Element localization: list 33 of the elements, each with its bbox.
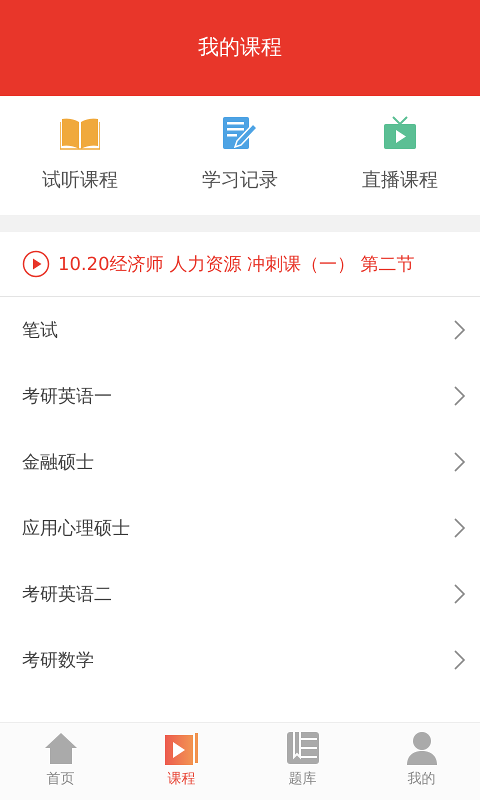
- shortcut-button[interactable]: 试听课程: [0, 116, 160, 195]
- tv-icon: [383, 116, 417, 150]
- bookmark-stack-icon: [286, 731, 320, 765]
- chevron-right-icon: [454, 386, 466, 406]
- category-row[interactable]: 考研英语二: [0, 561, 480, 627]
- category-row[interactable]: 金融硕士: [0, 429, 480, 495]
- category-label: 考研数学: [22, 648, 94, 672]
- play-icon: [22, 250, 50, 278]
- shortcut-button[interactable]: 直播课程: [320, 116, 480, 195]
- home-icon: [44, 731, 78, 765]
- category-label: 考研英语一: [22, 384, 112, 408]
- page-title: 我的课程: [198, 34, 282, 62]
- shortcut-button[interactable]: 学习记录: [160, 116, 320, 195]
- notepad-pen-icon: [222, 116, 258, 150]
- category-row[interactable]: 应用心理硕士: [0, 495, 480, 561]
- tab[interactable]: 课程: [121, 723, 242, 800]
- chevron-right-icon: [454, 518, 466, 538]
- chevron-right-icon: [454, 650, 466, 670]
- category-label: 考研英语二: [22, 582, 112, 606]
- play-book-icon: [164, 731, 198, 765]
- current-lesson-row[interactable]: 10.20经济师 人力资源 冲刺课（一） 第二节: [0, 232, 480, 297]
- category-row[interactable]: 考研英语一: [0, 363, 480, 429]
- category-row[interactable]: 笔试: [0, 297, 480, 363]
- lesson-title: 10.20经济师 人力资源 冲刺课（一） 第二节: [58, 252, 415, 276]
- chevron-right-icon: [454, 320, 466, 340]
- category-label: 应用心理硕士: [22, 516, 130, 540]
- category-row[interactable]: 考研数学: [0, 627, 480, 693]
- user-icon: [406, 731, 436, 765]
- chevron-right-icon: [454, 452, 466, 472]
- category-label: 金融硕士: [22, 450, 94, 474]
- category-label: 笔试: [22, 318, 58, 342]
- book-icon: [60, 116, 100, 150]
- chevron-right-icon: [454, 584, 466, 604]
